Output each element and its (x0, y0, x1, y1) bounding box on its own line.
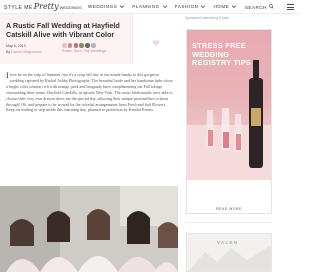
color-swatch (85, 43, 90, 48)
nav-item-fashion[interactable]: FASHION (175, 4, 207, 9)
site-logo[interactable]: STYLE ME Pretty WEDDINGS (4, 2, 82, 12)
author-link[interactable]: Lauren Magnusson (11, 50, 42, 54)
ad-image: STRESS FREE WEDDING REGISTRY TIPS (187, 30, 271, 180)
nav-item-label: WEDDINGS (88, 4, 118, 9)
nav-item-label: FASHION (174, 4, 199, 9)
nav-item-home[interactable]: HOME (213, 4, 237, 9)
article-byline: By Lauren Magnusson (6, 50, 42, 54)
main-nav: WEDDINGS PLANNING FASHION HOME (88, 4, 237, 9)
logo-part-weddings: WEDDINGS (59, 5, 82, 10)
drop-cap: I (6, 71, 9, 80)
top-nav-bar: STYLE ME Pretty WEDDINGS WEDDINGS PLANNI… (0, 0, 300, 14)
chevron-down-icon (119, 4, 125, 9)
article-title: A Rustic Fall Wedding at Hayfield Catski… (6, 21, 120, 39)
article-date: May 6, 2019 (6, 44, 26, 48)
color-swatch (62, 43, 67, 48)
bridal-party-photo (0, 186, 178, 272)
search-icon (269, 4, 274, 10)
search-label: SEARCH (244, 4, 267, 10)
hamburger-menu-icon[interactable] (287, 4, 294, 10)
color-swatch (67, 43, 73, 48)
intro-text: love be on the cusp of Summer, but it's … (6, 72, 173, 113)
logo-part-style-me: STYLE ME (4, 5, 33, 11)
ad-brand: VALEN (217, 240, 239, 245)
read-more-link[interactable]: READ MORE (187, 207, 271, 211)
sidebar-ad-2[interactable]: VALEN (186, 233, 272, 272)
color-swatch (73, 43, 79, 48)
heart-icon[interactable] (152, 34, 160, 46)
color-swatch (79, 43, 84, 48)
color-swatch (90, 43, 96, 48)
chevron-down-icon (200, 4, 206, 9)
article-intro: I love be on the cusp of Summer, but it'… (6, 72, 174, 113)
nav-item-label: HOME (213, 4, 230, 9)
nav-item-weddings[interactable]: WEDDINGS (88, 4, 125, 9)
search-button[interactable]: SEARCH (245, 4, 274, 10)
nav-item-label: PLANNING (132, 4, 160, 9)
chevron-down-icon (231, 4, 237, 9)
color-palette (62, 43, 96, 48)
nav-item-planning[interactable]: PLANNING (132, 4, 168, 9)
ad-headline: STRESS FREE WEDDING REGISTRY TIPS (192, 41, 252, 68)
logo-part-pretty: Pretty (33, 2, 59, 11)
sponsored-label: Sponsored advertising (Close) (185, 16, 230, 20)
registry-tips-ad[interactable]: STRESS FREE WEDDING REGISTRY TIPS READ M… (186, 29, 272, 214)
sidebar-divider (186, 222, 272, 223)
article-category-links[interactable]: Rustic, Barn, Fall Weddings (62, 49, 106, 53)
chevron-down-icon (162, 4, 168, 9)
